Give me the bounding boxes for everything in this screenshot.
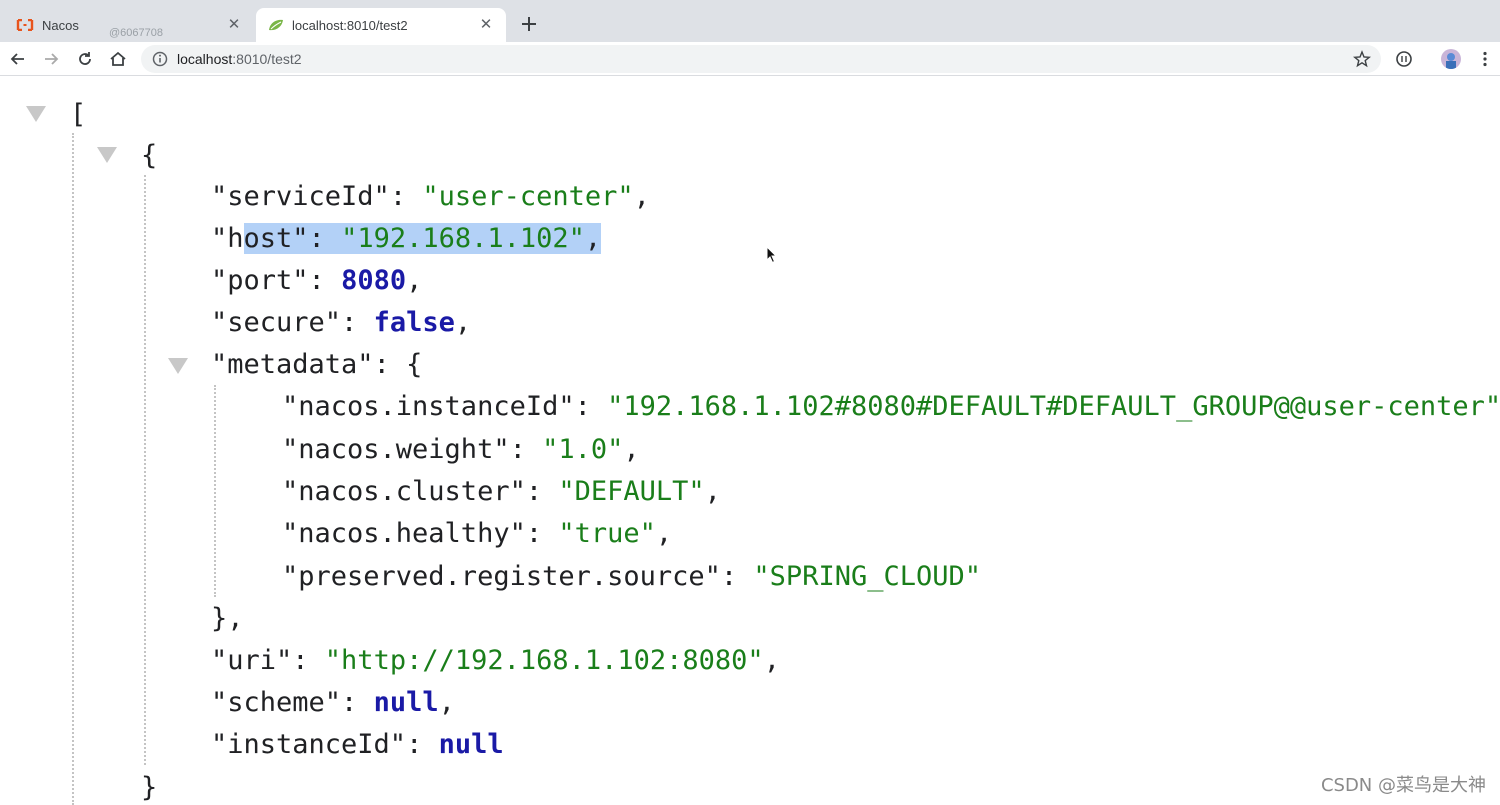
json-line: "port": 8080, (211, 265, 423, 296)
close-tab-icon[interactable]: ✕ (226, 17, 242, 33)
browser-toolbar: localhost:8010/test2 (0, 42, 1500, 76)
extension-icon[interactable] (1394, 49, 1414, 69)
json-null: null (438, 729, 504, 760)
json-key: "nacos.instanceId" (282, 391, 575, 422)
json-line: [ (70, 96, 86, 134)
tab-watermark: @6067708 (109, 27, 163, 39)
selected-text: ost": "192.168.1.102", (243, 223, 602, 254)
address-bar[interactable]: localhost:8010/test2 (141, 45, 1381, 73)
url-path: :8010/test2 (232, 51, 302, 67)
json-line: { (141, 137, 157, 175)
json-number: 8080 (341, 265, 407, 296)
json-key-unselected-part: "h (211, 223, 244, 254)
close-brace: }, (211, 603, 244, 634)
tab-title: Nacos (42, 17, 79, 33)
home-icon[interactable] (108, 49, 128, 69)
json-key: "secure" (211, 307, 342, 338)
json-key: "port" (211, 265, 309, 296)
json-string: "DEFAULT" (558, 476, 705, 507)
open-brace: { (141, 140, 158, 171)
json-key: "preserved.register.source" (282, 561, 721, 592)
back-arrow-icon[interactable] (8, 49, 28, 69)
json-string: "true" (558, 518, 656, 549)
collapse-array-icon[interactable] (26, 106, 46, 122)
json-boolean: false (373, 307, 455, 338)
bookmark-star-icon[interactable] (1352, 50, 1372, 68)
json-key: "uri" (211, 645, 293, 676)
indent-guide (214, 385, 216, 597)
json-key: "instanceId" (211, 729, 407, 760)
open-bracket: [ (70, 99, 87, 130)
url-host: localhost (177, 51, 233, 67)
csdn-watermark: CSDN @菜鸟是大神 (1320, 775, 1486, 796)
indent-guide (72, 133, 74, 805)
json-line: "preserved.register.source": "SPRING_CLO… (282, 561, 981, 592)
json-line: "nacos.weight": "1.0", (282, 434, 640, 465)
tab-title: localhost:8010/test2 (292, 17, 408, 33)
json-string: "192.168.1.102" (341, 223, 585, 254)
json-line: } (141, 769, 157, 805)
new-tab-icon[interactable] (519, 14, 539, 34)
json-key: "metadata" (211, 349, 374, 380)
json-string: "SPRING_CLOUD" (753, 561, 981, 592)
json-line: }, (211, 600, 244, 638)
nacos-icon (16, 18, 34, 32)
json-line: "instanceId": null (211, 729, 504, 760)
reload-icon[interactable] (75, 49, 95, 69)
collapse-metadata-icon[interactable] (168, 358, 188, 374)
json-line: "serviceId": "user-center", (211, 181, 650, 212)
json-line: "secure": false, (211, 307, 472, 338)
close-brace: } (141, 772, 158, 803)
json-key-selected-part: ost" (243, 223, 309, 254)
json-line: "scheme": null, (211, 687, 455, 718)
tab-strip: Nacos ✕ @6067708 localhost:8010/test2 ✕ (0, 0, 1500, 42)
info-icon[interactable] (151, 50, 169, 68)
json-line: "nacos.cluster": "DEFAULT", (282, 476, 721, 507)
menu-dots-icon[interactable] (1475, 49, 1495, 69)
json-key: "nacos.healthy" (282, 518, 526, 549)
mouse-cursor-icon (766, 240, 778, 264)
json-line: "metadata": { (211, 349, 423, 380)
url-text: localhost:8010/test2 (177, 51, 302, 67)
json-line: "host": "192.168.1.102", (211, 220, 602, 258)
tab-localhost[interactable]: localhost:8010/test2 ✕ (256, 8, 506, 42)
forward-arrow-icon[interactable] (41, 49, 61, 69)
json-string: "1.0" (542, 434, 624, 465)
json-viewer: [ { "serviceId": "user-center", "host": … (0, 77, 1500, 805)
json-line: "nacos.healthy": "true", (282, 518, 673, 549)
json-key: "nacos.cluster" (282, 476, 526, 507)
profile-avatar[interactable] (1441, 49, 1461, 69)
json-string: "http://192.168.1.102:8080" (324, 645, 764, 676)
collapse-object-icon[interactable] (97, 147, 117, 163)
json-key: "scheme" (211, 687, 342, 718)
json-line: "nacos.instanceId": "192.168.1.102#8080#… (282, 391, 1500, 422)
json-key: "serviceId" (211, 181, 390, 212)
spring-leaf-icon (268, 19, 284, 31)
json-string: "192.168.1.102#8080#DEFAULT#DEFAULT_GROU… (607, 391, 1500, 422)
close-tab-icon[interactable]: ✕ (478, 17, 494, 33)
json-null: null (373, 687, 439, 718)
json-key: "nacos.weight" (282, 434, 510, 465)
json-string: "user-center" (422, 181, 634, 212)
json-line: "uri": "http://192.168.1.102:8080", (211, 645, 780, 676)
indent-guide (144, 175, 146, 765)
